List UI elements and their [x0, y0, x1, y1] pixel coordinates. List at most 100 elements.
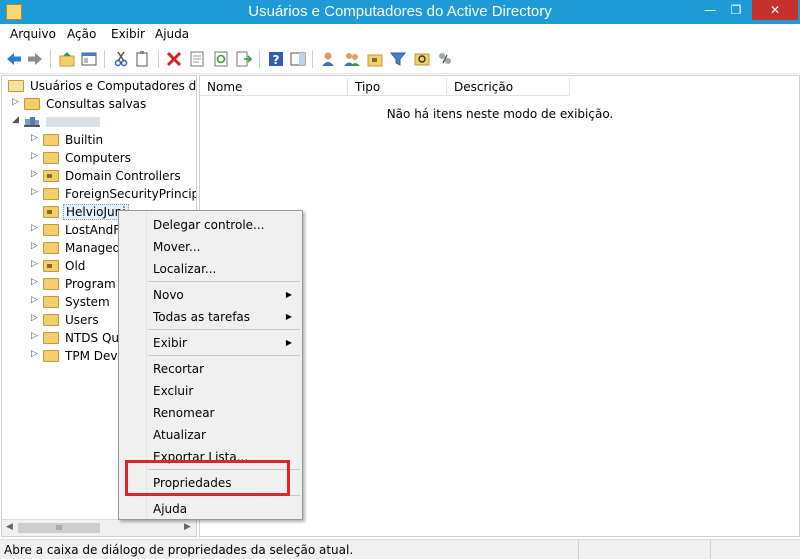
menu-item-mover[interactable]: Mover...	[120, 236, 301, 258]
delete-icon[interactable]	[165, 50, 183, 68]
expand-arrow-icon[interactable]: ▷	[31, 331, 39, 341]
expand-arrow-icon[interactable]: ▷	[31, 295, 39, 305]
toolbar-separator	[50, 50, 51, 68]
refresh-icon[interactable]	[212, 50, 230, 68]
cut-icon[interactable]	[112, 50, 130, 68]
scroll-right-icon[interactable]: ▶	[184, 522, 191, 532]
scrollbar-thumb[interactable]: III	[18, 523, 100, 533]
empty-list-message: Não há itens neste modo de exibição.	[386, 107, 614, 121]
menu-item-atualizar[interactable]: Atualizar	[120, 424, 301, 446]
menu-separator	[148, 329, 300, 330]
scroll-left-icon[interactable]: ◀	[6, 522, 13, 532]
folder-icon	[43, 134, 59, 146]
menu-item-delegar-controle[interactable]: Delegar controle...	[120, 214, 301, 236]
expand-arrow-icon[interactable]: ▷	[12, 97, 20, 107]
ou-folder-icon	[43, 170, 59, 182]
up-folder-icon[interactable]	[58, 50, 76, 68]
folder-icon	[43, 314, 59, 326]
expand-arrow-icon[interactable]: ▷	[31, 277, 39, 287]
column-header-descricao[interactable]: Descrição	[447, 78, 570, 96]
tree-item-label: System	[65, 295, 110, 309]
toolbar: ?	[0, 44, 800, 74]
tree-item-label: Managed	[65, 241, 121, 255]
new-user-icon[interactable]	[319, 50, 337, 68]
tree-item-label: Users	[65, 313, 99, 327]
tree-item-label: Consultas salvas	[46, 97, 147, 111]
tree-horizontal-scrollbar[interactable]: ◀ III ▶	[2, 519, 196, 536]
expand-arrow-icon[interactable]: ▷	[31, 313, 39, 323]
svg-text:?: ?	[273, 53, 280, 67]
new-group-icon[interactable]	[343, 50, 361, 68]
menu-item-label: Recortar	[153, 362, 205, 376]
find-icon[interactable]	[413, 50, 431, 68]
expand-arrow-icon[interactable]: ▷	[31, 187, 39, 197]
menu-item-label: Atualizar	[153, 428, 206, 442]
menu-acao[interactable]: Ação	[67, 27, 96, 41]
menu-separator	[148, 281, 300, 282]
menu-item-recortar[interactable]: Recortar	[120, 358, 301, 380]
tree-item-label: ForeignSecurityPrincipals	[65, 187, 196, 201]
help-icon[interactable]: ?	[267, 50, 285, 68]
maximize-button[interactable]: ❐	[723, 0, 749, 20]
folder-icon	[43, 242, 59, 254]
minimize-button[interactable]: —	[697, 0, 723, 20]
expand-arrow-icon[interactable]: ▷	[31, 259, 39, 269]
copy-icon[interactable]	[134, 50, 152, 68]
column-header-nome[interactable]: Nome	[200, 78, 348, 96]
expand-arrow-icon[interactable]: ▷	[31, 169, 39, 179]
filter-icon[interactable]	[389, 50, 407, 68]
expand-arrow-icon[interactable]: ▷	[31, 349, 39, 359]
collapse-arrow-icon[interactable]: ◢	[12, 115, 20, 125]
export-list-icon[interactable]	[235, 50, 253, 68]
tree-item-label: Computers	[65, 151, 131, 165]
submenu-arrow-icon: ▶	[285, 338, 292, 347]
folder-icon	[43, 152, 59, 164]
menu-item-label: Novo	[153, 288, 184, 302]
status-text: Abre a caixa de diálogo de propriedades …	[4, 543, 354, 557]
menu-item-label: Ajuda	[153, 502, 188, 516]
folder-icon	[43, 278, 59, 290]
status-bar: Abre a caixa de diálogo de propriedades …	[0, 539, 800, 559]
expand-arrow-icon[interactable]: ▷	[31, 133, 39, 143]
menu-ajuda[interactable]: Ajuda	[155, 27, 189, 41]
menu-item-todas-as-tarefas[interactable]: Todas as tarefas ▶	[120, 306, 301, 328]
menu-arquivo[interactable]: Arquivo	[10, 27, 56, 41]
status-divider	[578, 540, 579, 559]
expand-arrow-icon[interactable]: ▷	[31, 151, 39, 161]
title-bar: Usuários e Computadores do Active Direct…	[0, 0, 800, 24]
toolbar-separator	[104, 50, 105, 68]
properties-icon[interactable]	[188, 50, 206, 68]
action-pane-icon[interactable]	[289, 50, 307, 68]
menu-exibir[interactable]: Exibir	[111, 27, 145, 41]
expand-arrow-icon[interactable]: ▷	[31, 241, 39, 251]
menu-item-localizar[interactable]: Localizar...	[120, 258, 301, 280]
menu-item-renomear[interactable]: Renomear	[120, 402, 301, 424]
menu-item-novo[interactable]: Novo ▶	[120, 284, 301, 306]
back-arrow-icon[interactable]	[5, 50, 23, 68]
menu-item-label: Mover...	[153, 240, 201, 254]
menu-item-label: Renomear	[153, 406, 215, 420]
menu-item-ajuda[interactable]: Ajuda	[120, 498, 301, 520]
expand-arrow-icon[interactable]: ▷	[31, 223, 39, 233]
show-hide-tree-icon[interactable]	[80, 50, 98, 68]
ou-folder-icon	[43, 260, 59, 272]
close-button[interactable]: ✕	[752, 0, 798, 20]
menu-item-label: Excluir	[153, 384, 194, 398]
folder-icon	[24, 98, 40, 110]
tree-item-label: Builtin	[65, 133, 104, 147]
column-header-tipo[interactable]: Tipo	[348, 78, 447, 96]
menu-separator	[148, 355, 300, 356]
menu-item-excluir[interactable]: Excluir	[120, 380, 301, 402]
propriedades-highlight-box	[125, 460, 290, 496]
new-ou-icon[interactable]	[366, 50, 384, 68]
delegate-icon[interactable]	[436, 50, 454, 68]
folder-icon	[43, 224, 59, 236]
folder-icon	[43, 296, 59, 308]
blurred-domain-name	[46, 117, 100, 127]
tree-item-label: Domain Controllers	[65, 169, 181, 183]
ou-folder-icon	[43, 206, 59, 218]
menu-item-exibir[interactable]: Exibir ▶	[120, 332, 301, 354]
window-title: Usuários e Computadores do Active Direct…	[248, 3, 552, 20]
domain-icon	[24, 117, 40, 127]
forward-arrow-icon[interactable]	[26, 50, 44, 68]
